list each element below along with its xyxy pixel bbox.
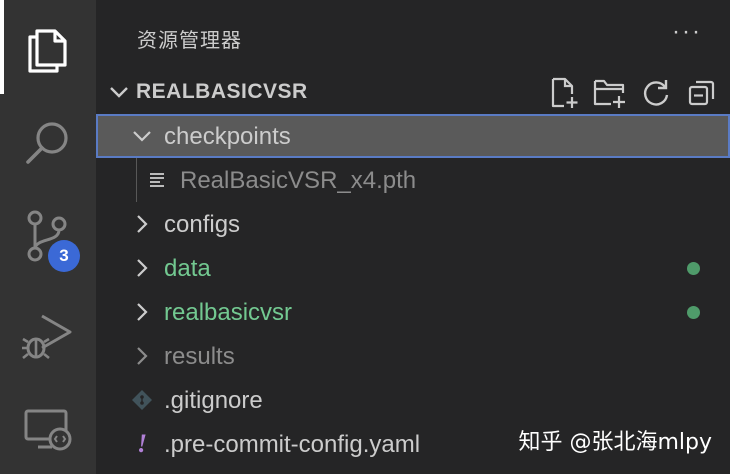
refresh-icon[interactable]	[638, 76, 674, 110]
tree-item-data[interactable]: data	[96, 246, 730, 290]
new-file-icon[interactable]	[546, 76, 582, 110]
chevron-right-icon	[132, 346, 152, 371]
chevron-right-icon	[132, 214, 152, 239]
exclamation-icon: !	[136, 429, 148, 458]
indent-guide	[136, 158, 137, 202]
text-file-icon	[148, 170, 168, 195]
new-folder-icon[interactable]	[592, 76, 628, 110]
tree-item-label: realbasicvsr	[164, 299, 293, 326]
tree-item-label: configs	[164, 211, 241, 238]
tree-item-label: results	[164, 343, 235, 370]
explorer-sidebar: 资源管理器 ··· REALBASICVSR checkpoints RealB…	[96, 0, 730, 474]
remote-explorer-icon[interactable]	[18, 400, 78, 460]
more-actions-button[interactable]: ···	[672, 18, 702, 46]
active-indicator	[0, 0, 4, 94]
explorer-icon[interactable]	[18, 17, 78, 77]
collapse-all-icon[interactable]	[684, 76, 720, 110]
modified-indicator	[687, 262, 700, 275]
workspace-section-header[interactable]: REALBASICVSR	[96, 70, 730, 114]
tree-item-configs[interactable]: configs	[96, 202, 730, 246]
chevron-right-icon	[132, 302, 152, 327]
chevron-down-icon	[132, 126, 152, 151]
tree-item-checkpoints[interactable]: checkpoints	[96, 114, 730, 158]
tree-item-results[interactable]: results	[96, 334, 730, 378]
tree-item-realbasicvsr[interactable]: realbasicvsr	[96, 290, 730, 334]
tree-item-label: checkpoints	[164, 123, 291, 150]
tree-item-gitignore[interactable]: .gitignore	[96, 378, 730, 422]
workspace-title: REALBASICVSR	[136, 80, 308, 103]
watermark: 知乎 @张北海mlpy	[518, 430, 712, 455]
activity-bar: 3	[0, 0, 96, 474]
section-actions	[546, 76, 720, 110]
tree-item-realbasicvsr-x4-pth[interactable]: RealBasicVSR_x4.pth	[96, 158, 730, 202]
chevron-down-icon	[108, 81, 130, 108]
tree-item-label: .pre-commit-config.yaml	[164, 431, 421, 458]
vscode-window: 3 资源管理器 ··· REALBASICVSR checkpoints Rea…	[0, 0, 730, 474]
sidebar-header: 资源管理器 ···	[96, 0, 730, 70]
file-tree: checkpoints RealBasicVSR_x4.pth configs	[96, 114, 730, 466]
tree-item-label: .gitignore	[164, 387, 263, 414]
git-icon	[130, 388, 154, 412]
chevron-right-icon	[132, 258, 152, 283]
tree-item-label: RealBasicVSR_x4.pth	[180, 167, 417, 194]
run-debug-icon[interactable]	[18, 306, 78, 366]
search-icon[interactable]	[18, 112, 78, 172]
tree-item-label: data	[164, 255, 211, 282]
modified-indicator	[687, 306, 700, 319]
sidebar-title: 资源管理器	[137, 28, 242, 52]
source-control-badge: 3	[48, 240, 80, 272]
